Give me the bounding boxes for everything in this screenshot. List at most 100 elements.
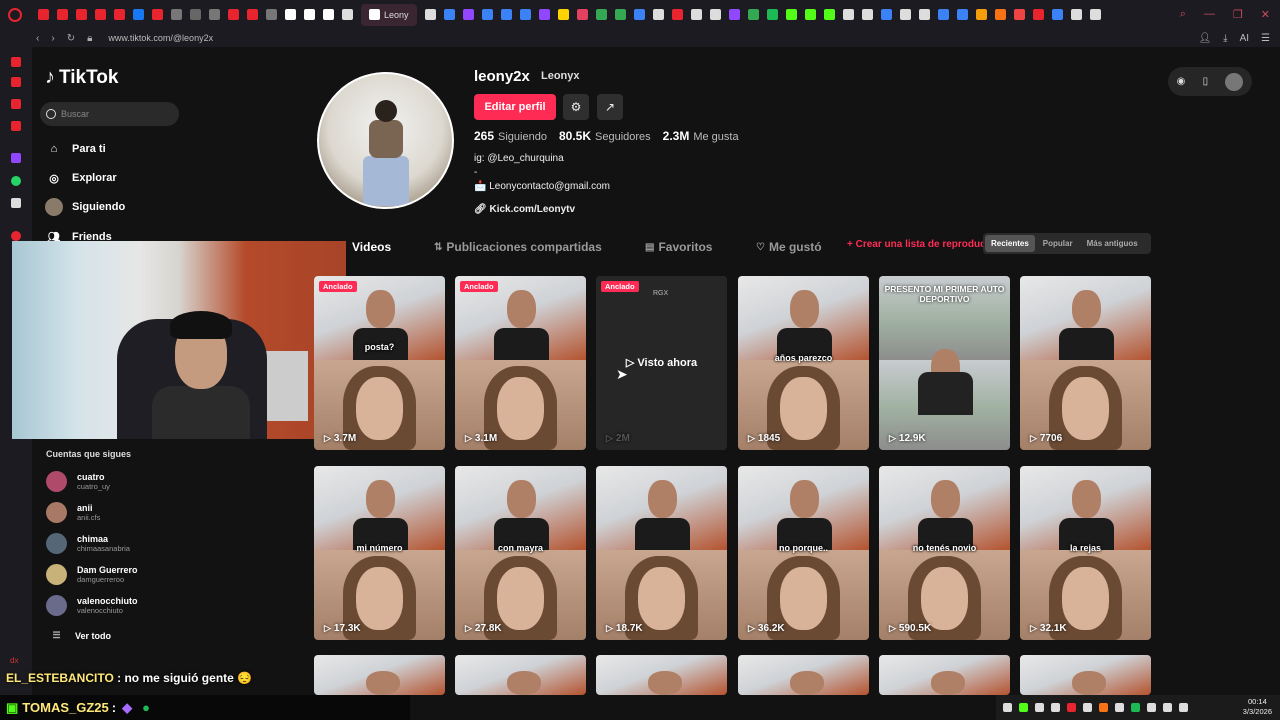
tab-favicon-icon[interactable]: [57, 9, 68, 20]
tab-favicon-icon[interactable]: [975, 9, 987, 20]
tab-favicon-icon[interactable]: [209, 9, 220, 20]
user-avatar[interactable]: [1225, 72, 1244, 91]
video-thumbnail[interactable]: RGX▷ Visto ahoraAnclado2M: [596, 276, 727, 450]
nav-para-ti[interactable]: ⌂ Para ti: [45, 140, 106, 158]
compass-icon[interactable]: ◉: [1177, 76, 1186, 87]
tab-favicon-icon[interactable]: [114, 9, 125, 20]
tab-favicon-icon[interactable]: [823, 9, 835, 20]
spotify-tray-icon[interactable]: [1131, 703, 1140, 712]
tray-icon[interactable]: [1083, 703, 1092, 712]
tab-favicon-icon[interactable]: [443, 9, 455, 20]
edit-profile-button[interactable]: Editar perfil: [474, 94, 556, 120]
tray-icon[interactable]: [1147, 703, 1156, 712]
see-all-link[interactable]: ☰ Ver todo: [46, 630, 111, 641]
tab-favicon-icon[interactable]: [133, 9, 144, 20]
sidebar-app-icon[interactable]: [11, 231, 21, 241]
tab-favicon-icon[interactable]: [766, 9, 778, 20]
tray-icon[interactable]: [1099, 703, 1108, 712]
video-thumbnail[interactable]: 18.7K: [596, 466, 727, 640]
tray-icon[interactable]: [1067, 703, 1076, 712]
following-stat[interactable]: 265 Siguiendo: [474, 129, 547, 143]
video-thumbnail[interactable]: la rejas 32.1K: [1020, 466, 1151, 640]
wifi-icon[interactable]: [1163, 703, 1172, 712]
tab-favicon-icon[interactable]: [1070, 9, 1082, 20]
tab-favicon-icon[interactable]: [519, 9, 531, 20]
video-thumbnail[interactable]: 7706: [1020, 276, 1151, 450]
tab-favicon-icon[interactable]: [633, 9, 645, 20]
minimize-icon[interactable]: —: [1204, 8, 1215, 21]
search-tabs-icon[interactable]: ⌕: [1180, 8, 1186, 21]
tab-favicon-icon[interactable]: [190, 9, 201, 20]
nav-explorar[interactable]: ◎ Explorar: [45, 169, 116, 187]
tab-favicon-icon[interactable]: [304, 9, 315, 20]
search-input[interactable]: Buscar: [40, 102, 179, 126]
video-thumbnail[interactable]: Anclado 3.1M: [455, 276, 586, 450]
nav-siguiendo[interactable]: Siguiendo: [45, 198, 125, 216]
tab-favicon-icon[interactable]: [899, 9, 911, 20]
x-icon[interactable]: [11, 198, 21, 208]
tray-icon[interactable]: [1019, 703, 1028, 712]
tab-favicon-icon[interactable]: [861, 9, 873, 20]
video-thumbnail[interactable]: con mayra 27.8K: [455, 466, 586, 640]
tab-favicon-icon[interactable]: [918, 9, 930, 20]
tab-active-tiktok[interactable]: Leony: [361, 3, 417, 26]
close-window-icon[interactable]: ✕: [1261, 8, 1270, 21]
sort-oldest[interactable]: Más antiguos: [1081, 235, 1144, 252]
video-thumbnail[interactable]: años parezco 1845: [738, 276, 869, 450]
tab-shared[interactable]: ⇅ Publicaciones compartidas: [434, 240, 602, 254]
followed-account[interactable]: Dam Guerrero damguerreroo: [46, 564, 138, 585]
video-thumbnail[interactable]: no porque.. 36.2K: [738, 466, 869, 640]
opera-logo-icon[interactable]: [8, 7, 22, 22]
followed-account[interactable]: chimaa chimaasanabria: [46, 533, 130, 554]
tab-favicon-icon[interactable]: [95, 9, 106, 20]
tab-favicon-icon[interactable]: [747, 9, 759, 20]
profile-avatar[interactable]: [317, 72, 454, 209]
device-icon[interactable]: ▯: [1203, 76, 1209, 87]
tab-favicon-icon[interactable]: [266, 9, 277, 20]
ai-icon[interactable]: AI: [1240, 33, 1249, 44]
video-thumbnail[interactable]: [1020, 655, 1151, 695]
video-thumbnail[interactable]: [596, 655, 727, 695]
tab-favicon-icon[interactable]: [323, 9, 334, 20]
forward-icon[interactable]: ›: [51, 33, 54, 44]
tab-favicon-icon[interactable]: [557, 9, 569, 20]
menu-icon[interactable]: ☰: [1261, 33, 1270, 44]
tab-favicon-icon[interactable]: [228, 9, 239, 20]
tab-favicon-icon[interactable]: [614, 9, 626, 20]
tab-favicon-icon[interactable]: [1032, 9, 1044, 20]
sidebar-app-icon[interactable]: [11, 121, 21, 131]
tab-favicon-icon[interactable]: [937, 9, 949, 20]
tab-favicon-icon[interactable]: [595, 9, 607, 20]
download-icon[interactable]: ⤓: [1223, 33, 1227, 44]
tab-favicon-icon[interactable]: [709, 9, 721, 20]
clock[interactable]: 00:14 3/3/2026: [1243, 697, 1272, 717]
back-icon[interactable]: ‹: [36, 33, 39, 44]
video-thumbnail[interactable]: PRESENTO MI PRIMER AUTO DEPORTIVO 12.9K: [879, 276, 1010, 450]
tab-favicon-icon[interactable]: [956, 9, 968, 20]
whatsapp-icon[interactable]: [11, 176, 21, 186]
tab-favicon-icon[interactable]: [880, 9, 892, 20]
video-thumbnail[interactable]: [879, 655, 1010, 695]
video-thumbnail[interactable]: no tenés novio 590.5K: [879, 466, 1010, 640]
tab-favicon-icon[interactable]: [671, 9, 683, 20]
tiktok-logo[interactable]: ♪ TikTok: [45, 66, 118, 89]
followed-account[interactable]: cuatro cuatro_uy: [46, 471, 110, 492]
tab-favicon-icon[interactable]: [285, 9, 296, 20]
tab-favorites[interactable]: ▤ Favoritos: [645, 240, 712, 254]
url-text[interactable]: www.tiktok.com/@leony2x: [108, 33, 213, 43]
tray-icon[interactable]: [1035, 703, 1044, 712]
video-thumbnail[interactable]: posta? Anclado 3.7M: [314, 276, 445, 450]
followed-account[interactable]: valenocchiuto valenocchiuto: [46, 595, 138, 616]
video-thumbnail[interactable]: [738, 655, 869, 695]
volume-icon[interactable]: [1179, 703, 1188, 712]
sidebar-app-icon[interactable]: [11, 77, 21, 87]
share-icon[interactable]: ↗: [597, 94, 623, 120]
tray-icon[interactable]: [1115, 703, 1124, 712]
followed-account[interactable]: anii anii.cfs: [46, 502, 100, 523]
tab-favicon-icon[interactable]: [804, 9, 816, 20]
tab-favicon-icon[interactable]: [842, 9, 854, 20]
settings-gear-icon[interactable]: ⚙: [563, 94, 589, 120]
video-thumbnail[interactable]: mi número 17.3K: [314, 466, 445, 640]
tab-favicon-icon[interactable]: [690, 9, 702, 20]
tab-favicon-icon[interactable]: [576, 9, 588, 20]
